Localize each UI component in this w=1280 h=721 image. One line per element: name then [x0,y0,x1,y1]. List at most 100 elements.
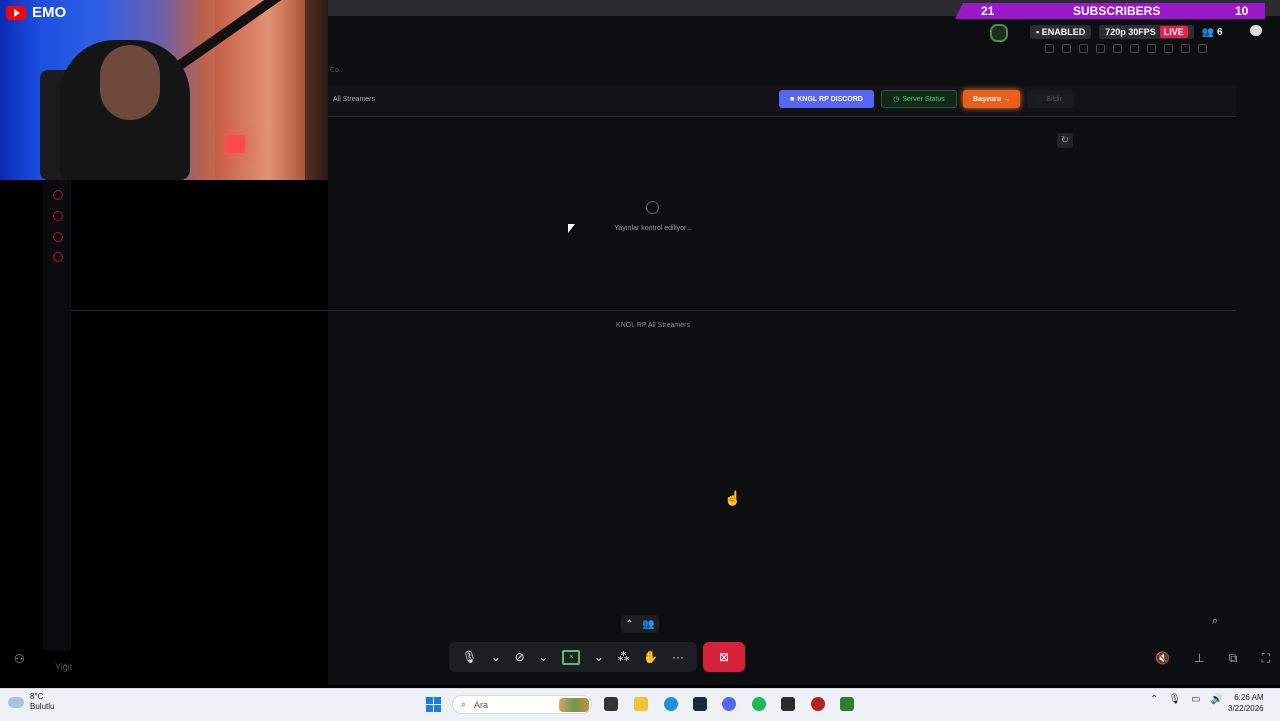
nav-chat-icon[interactable] [53,232,63,242]
task-view-icon[interactable] [604,697,618,711]
toolbar-icon[interactable] [1113,44,1122,53]
taskbar-clock[interactable]: 6:26 AM 3/22/2026 [1228,692,1264,714]
toolbar-icon[interactable] [1198,44,1207,53]
fullscreen-icon[interactable]: ⛶ [1262,651,1270,666]
nav-clock-icon[interactable] [53,211,63,221]
report-icon: ◌ [1039,95,1044,103]
discord-button[interactable]: ■ KNGL RP DISCORD [779,90,874,108]
popout-icon[interactable]: ⧉ [1229,651,1238,666]
content-divider [71,310,1236,311]
search-icon: ⌕ [461,699,467,709]
discord-app-icon[interactable] [722,697,736,711]
toolbar-icon[interactable] [1181,44,1190,53]
youtube-icon [6,5,26,20]
nav-home-icon[interactable] [53,190,63,200]
toolbar-icon[interactable] [1147,44,1156,53]
camera-off-icon[interactable]: ⊘ [515,650,525,664]
search-highlight-image [559,697,589,712]
toolbar-icon[interactable] [1079,44,1088,53]
mic-tray-icon[interactable]: 🎙 [1168,694,1181,705]
apps-icon[interactable]: ⁂ [618,650,630,664]
bildir-label: Bildir [1046,95,1062,103]
add-friend-icon[interactable]: ⚇ [14,652,25,666]
chevron-down-icon[interactable]: ⌄ [538,650,548,664]
subscribers-label: SUBSCRIBERS [1073,4,1161,18]
discord-icon: ■ [790,95,795,103]
left-dark-area [0,180,43,685]
profile-avatar[interactable] [990,24,1008,42]
chevron-down-icon[interactable]: ⌄ [491,650,501,664]
loading-text: Yayınlar kontrol ediliyor... [614,225,692,232]
chat-icon[interactable] [1250,25,1262,36]
toolbar-icon[interactable] [1045,44,1054,53]
people-icon: 👥 [1201,26,1217,38]
user-chip-label: Yiğit [55,662,73,672]
weather-temp: 8°C [30,692,44,701]
chevron-up-icon[interactable]: ⌃ [1150,694,1158,705]
app-icon[interactable] [811,697,825,711]
enabled-badge: ▪ ENABLED [1030,25,1092,39]
clock-date: 3/22/2026 [1228,704,1264,713]
refresh-button[interactable]: ↻ [1057,133,1073,148]
weather-desc: Bulutlu [30,702,55,711]
toolbar-icon[interactable] [1130,44,1139,53]
screen-share-icon[interactable]: × [562,649,581,665]
end-call-icon: ⊠ [718,650,730,664]
subscribers-current: 21 [981,4,995,18]
call-control-bar: 🎙 ⌄ ⊘ ⌄ × ⌄ ⁂ ✋ ··· [449,642,697,672]
zoom-icon[interactable]: ⌕ [1212,615,1218,628]
server-status-button[interactable]: ◷ Server Status [881,90,957,108]
file-explorer-icon[interactable] [634,697,648,711]
call-right-controls: 🔇 ⊥ ⧉ ⛶ [1155,651,1270,666]
basvuru-button[interactable]: Başvuru → [963,90,1020,108]
toolbar-icon[interactable] [1164,44,1173,53]
windows-start-icon[interactable] [426,697,441,712]
viewer-number: 6 [1217,26,1223,38]
side-nav [43,180,71,650]
footer-text: KNGL RP All Streamers [616,322,690,329]
more-icon[interactable]: ··· [672,650,684,664]
subscribers-banner: 21 SUBSCRIBERS 10 [955,3,1265,19]
server-status-label: Server Status [902,95,945,103]
enabled-label: ENABLED [1041,27,1086,37]
system-tray: ⌃ 🎙 ▭ 🔊 [1150,694,1223,705]
edge-icon[interactable] [664,697,678,711]
toolbar-icon[interactable] [1062,44,1071,53]
cloud-icon [8,696,24,708]
live-badge: LIVE [1159,26,1188,38]
webcam-overlay [0,0,328,180]
game-icon[interactable] [840,697,854,711]
discord-button-label: KNGL RP DISCORD [797,95,863,103]
bildir-button[interactable]: ◌ Bildir [1027,90,1074,108]
hand-cursor-icon: ☝ [724,490,742,506]
chevron-down-icon[interactable]: ⌄ [594,650,604,664]
quality-badge: 720p 30FPS LIVE [1099,25,1194,39]
page-title: All Streamers [333,96,376,103]
toolbar-icon[interactable] [1096,44,1105,53]
call-expander[interactable]: ⌃ 👥 [621,615,659,633]
nav-settings-icon[interactable] [53,252,63,262]
pin-icon[interactable]: ⊥ [1194,651,1204,666]
refresh-icon: ↻ [1060,135,1070,146]
network-icon[interactable]: ▭ [1191,694,1200,705]
taskbar-search[interactable]: ⌕ Ara [452,695,592,714]
soundboard-icon[interactable]: ✋ [643,650,658,664]
speaker-icon[interactable]: 🔊 [1211,694,1223,705]
participants-icon: 👥 [642,618,655,630]
end-call-button[interactable]: ⊠ [703,642,745,672]
stream-status-row: ▪ ENABLED 720p 30FPS LIVE 👥 6 [1030,24,1223,40]
subscribers-goal: 10 [1235,4,1249,18]
weather-widget[interactable]: 8°C Bulutlu [8,692,54,712]
volume-mute-icon[interactable]: 🔇 [1155,651,1170,666]
search-placeholder: Ara [474,699,489,710]
channel-name: EMO [32,4,67,21]
breadcrumb: Co... [330,67,345,74]
spotify-icon[interactable] [752,697,766,711]
terminal-icon[interactable] [781,697,795,711]
microphone-icon[interactable]: 🎙 [462,650,477,664]
webcam-head [100,45,160,120]
loading-spinner-icon [646,201,659,214]
quality-label: 720p 30FPS [1105,27,1156,37]
user-chip: Yiğit [55,662,72,672]
steam-icon[interactable] [693,697,707,711]
